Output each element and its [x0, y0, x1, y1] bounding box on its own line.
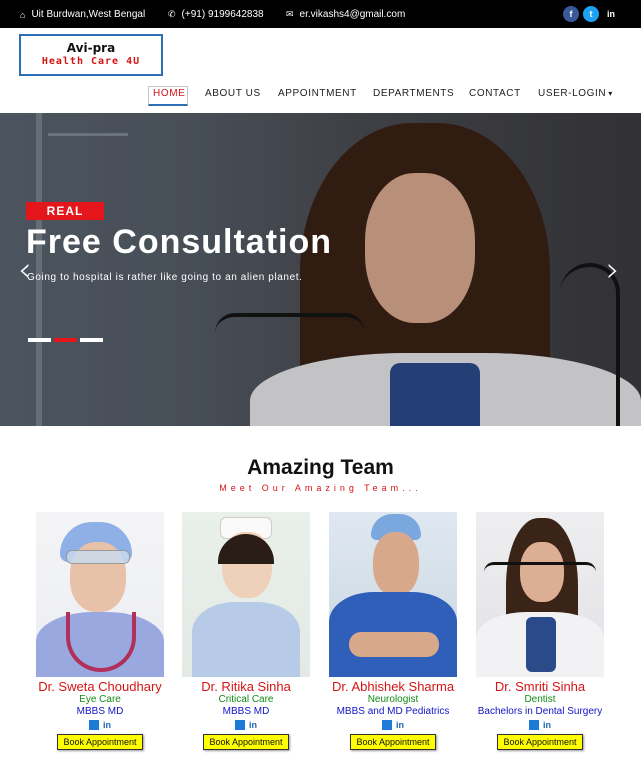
doctor-qualification: MBBS MD: [222, 706, 270, 717]
doctor-name: Dr. Ritika Sinha: [201, 679, 291, 694]
phone-text[interactable]: (+91) 9199642838: [182, 9, 264, 20]
facebook-icon[interactable]: f: [563, 6, 579, 22]
slider-prev-icon[interactable]: ‹: [18, 253, 32, 287]
doctor-card: Dr. Ritika Sinha Critical Care MBBS MD i…: [182, 512, 310, 750]
slider-dot[interactable]: [80, 338, 103, 342]
doctor-qualification: Bachelors in Dental Surgery: [477, 706, 603, 717]
slider-dot-active[interactable]: [54, 338, 77, 342]
nav-user-login[interactable]: USER-LOGIN ▾: [538, 88, 613, 99]
hero-title: Free Consultation: [26, 223, 333, 261]
doctor-card: Dr. Abhishek Sharma Neurologist MBBS and…: [329, 512, 457, 750]
doctor-photo: [329, 512, 457, 677]
nav-home[interactable]: HOME: [153, 88, 185, 99]
doctor-qualification: MBBS MD: [76, 706, 124, 717]
profile-icon[interactable]: [89, 720, 99, 730]
hero-slider: REAL Free Consultation Going to hospital…: [0, 113, 641, 426]
slider-indicators: [28, 338, 103, 342]
profile-icon[interactable]: [382, 720, 392, 730]
doctor-specialty: Critical Care: [218, 694, 274, 705]
logo-subtitle: Health Care 4U: [41, 56, 141, 67]
linkedin-icon[interactable]: in: [543, 720, 551, 730]
doctor-photo: [36, 512, 164, 677]
doctor-specialty: Dentist: [524, 694, 556, 705]
doctor-qualification: MBBS and MD Pediatrics: [336, 706, 450, 717]
doctor-social: in: [182, 718, 310, 732]
hero-tag: REAL: [26, 202, 104, 220]
doctor-card: Dr. Smriti Sinha Dentist Bachelors in De…: [476, 512, 604, 750]
linkedin-icon[interactable]: in: [396, 720, 404, 730]
linkedin-icon[interactable]: in: [103, 720, 111, 730]
address-text: Uit Burdwan,West Bengal: [31, 9, 146, 20]
doctor-social: in: [36, 718, 164, 732]
nav-departments[interactable]: DEPARTMENTS: [373, 88, 454, 99]
doctor-photo: [182, 512, 310, 677]
phone-icon: ✆: [168, 9, 176, 19]
doctor-name: Dr. Smriti Sinha: [494, 679, 586, 694]
doctor-name: Dr. Sweta Choudhary: [38, 679, 162, 694]
header: Avi-pra Health Care 4U HOME ABOUT US APP…: [0, 28, 641, 113]
twitter-icon[interactable]: t: [583, 6, 599, 22]
doctor-specialty: Eye Care: [79, 694, 121, 705]
nav-appointment[interactable]: APPOINTMENT: [278, 88, 357, 99]
slider-dot[interactable]: [28, 338, 51, 342]
hero-subtitle: Going to hospital is rather like going t…: [27, 272, 303, 283]
linkedin-icon[interactable]: in: [603, 6, 619, 22]
hero-overlay: [0, 113, 641, 426]
linkedin-icon[interactable]: in: [249, 720, 257, 730]
address-item: ⌂ Uit Burdwan,West Bengal: [20, 9, 145, 20]
phone-item[interactable]: ✆ (+91) 9199642838: [168, 9, 264, 20]
doctor-photo: [476, 512, 604, 677]
doctor-name: Dr. Abhishek Sharma: [331, 679, 455, 694]
home-icon: ⌂: [20, 9, 26, 20]
book-appointment-button[interactable]: Book Appointment: [497, 734, 583, 750]
book-appointment-button[interactable]: Book Appointment: [203, 734, 289, 750]
nav-about[interactable]: ABOUT US: [205, 88, 261, 99]
book-appointment-button[interactable]: Book Appointment: [57, 734, 143, 750]
envelope-icon: ✉: [286, 9, 294, 19]
doctor-social: in: [476, 718, 604, 732]
doctor-social: in: [329, 718, 457, 732]
email-item[interactable]: ✉ er.vikashs4@gmail.com: [286, 9, 405, 20]
nav-user-login-label: USER-LOGIN: [538, 88, 607, 99]
logo[interactable]: Avi-pra Health Care 4U: [19, 34, 163, 76]
slider-next-icon[interactable]: ›: [606, 253, 620, 287]
profile-icon[interactable]: [529, 720, 539, 730]
caret-down-icon: ▾: [608, 89, 613, 98]
nav-contact[interactable]: CONTACT: [469, 88, 521, 99]
profile-icon[interactable]: [235, 720, 245, 730]
team-title: Amazing Team: [247, 456, 394, 479]
email-text[interactable]: er.vikashs4@gmail.com: [300, 9, 406, 20]
logo-title: Avi-pra: [66, 41, 116, 55]
book-appointment-button[interactable]: Book Appointment: [350, 734, 436, 750]
team-subtitle: Meet Our Amazing Team...: [219, 483, 422, 493]
top-bar: ⌂ Uit Burdwan,West Bengal ✆ (+91) 919964…: [0, 0, 641, 28]
doctor-card: Dr. Sweta Choudhary Eye Care MBBS MD in …: [36, 512, 164, 750]
doctor-specialty: Neurologist: [367, 694, 419, 705]
